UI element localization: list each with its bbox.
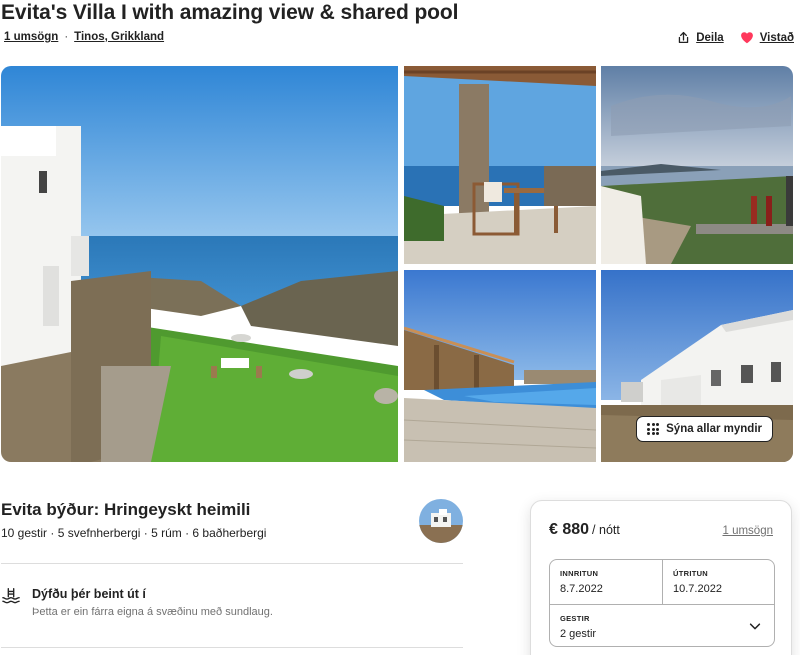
photo-sunset-table[interactable]: [601, 66, 793, 264]
checkout-value: 10.7.2022: [673, 583, 722, 595]
save-label: Vistað: [759, 31, 794, 44]
save-button[interactable]: Vistað: [740, 31, 794, 44]
checkin-field[interactable]: INNRITUN 8.7.2022: [550, 560, 663, 604]
date-guest-picker: INNRITUN 8.7.2022 ÚTRITUN 10.7.2022 GEST…: [549, 559, 775, 647]
share-label: Deila: [696, 31, 724, 44]
host-title: Evita býður: Hringeyskt heimili: [1, 500, 251, 519]
photo-pool[interactable]: [404, 270, 596, 462]
booking-reviews-link[interactable]: 1 umsögn: [722, 525, 773, 537]
guests-field[interactable]: GESTIR 2 gestir: [550, 604, 774, 648]
listing-capacity: 10 gestir · 5 svefnherbergi · 5 rúm · 6 …: [1, 526, 267, 540]
listing-title: Evita's Villa I with amazing view & shar…: [1, 1, 459, 24]
checkin-label: INNRITUN: [560, 569, 599, 578]
reviews-link[interactable]: 1 umsögn: [4, 31, 58, 43]
guests-value: 2 gestir: [560, 628, 597, 640]
location-link[interactable]: Tinos, Grikkland: [74, 31, 164, 43]
feature-title: Dýfðu þér beint út í: [32, 587, 146, 601]
per-night-label: / nótt: [592, 523, 620, 537]
nightly-price: € 880: [549, 521, 590, 538]
pool-icon: [2, 588, 20, 604]
share-icon: [678, 31, 689, 44]
heart-icon: [740, 32, 753, 44]
price-block: € 880/ nótt: [549, 521, 620, 539]
share-button[interactable]: Deila: [677, 31, 724, 44]
photo-villa-exterior[interactable]: Sýna allar myndir: [601, 270, 793, 462]
show-all-photos-label: Sýna allar myndir: [666, 423, 762, 435]
checkin-value: 8.7.2022: [560, 583, 603, 595]
feature-description: Þetta er ein fárra eigna á svæðinu með s…: [32, 606, 273, 618]
section-divider: [1, 647, 463, 648]
listing-meta-row: 1 umsögn · Tinos, Grikkland Deila Vistað: [4, 31, 794, 47]
photo-gallery: Sýna allar myndir: [1, 66, 793, 462]
booking-card: € 880/ nótt 1 umsögn INNRITUN 8.7.2022 Ú…: [530, 500, 792, 655]
chevron-down-icon: [749, 623, 761, 630]
checkout-label: ÚTRITUN: [673, 569, 709, 578]
photo-main-villa-view[interactable]: [1, 66, 398, 462]
listing-actions: Deila Vistað: [677, 31, 794, 44]
meta-separator: ·: [64, 31, 69, 43]
photo-terrace-pergola[interactable]: [404, 66, 596, 264]
show-all-photos-button[interactable]: Sýna allar myndir: [636, 416, 773, 442]
host-avatar[interactable]: [419, 499, 463, 543]
guests-label: GESTIR: [560, 614, 590, 623]
checkout-field[interactable]: ÚTRITUN 10.7.2022: [663, 560, 776, 604]
grid-dots-icon: [647, 423, 660, 435]
price-row: € 880/ nótt 1 umsögn: [549, 521, 773, 539]
section-divider: [1, 563, 463, 564]
